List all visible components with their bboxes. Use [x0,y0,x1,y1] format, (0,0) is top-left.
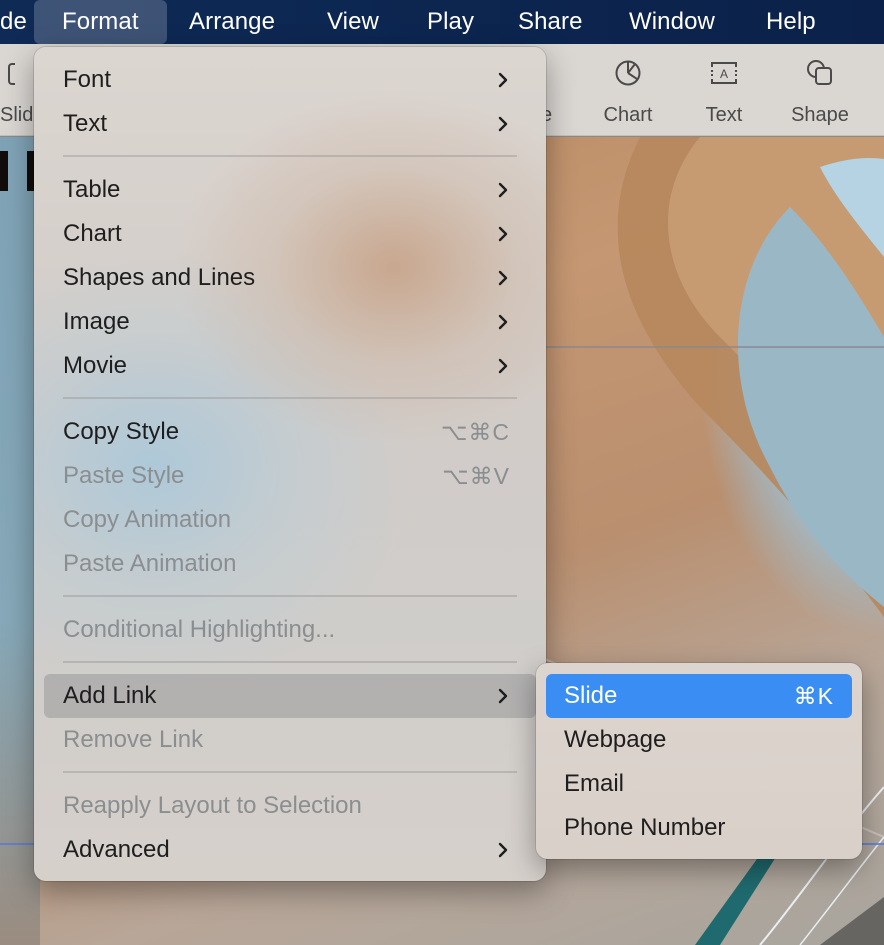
menu-slide[interactable]: de [0,0,27,44]
menu-arrange[interactable]: Arrange [189,0,275,44]
chart-pie-icon [615,60,641,86]
chevron-right-icon [498,226,508,242]
menu-item-label: Font [63,66,112,93]
menu-item-label: Advanced [63,836,170,863]
menu-item-shapes-and-lines[interactable]: Shapes and Lines [44,256,536,300]
submenu-item-label: Webpage [564,726,667,753]
menu-bar: de Format Arrange View Play Share Window… [0,0,884,44]
menu-item-text[interactable]: Text [44,102,536,146]
toolbar-chart-button[interactable]: Chart [588,44,668,136]
menu-item-add-link[interactable]: Add Link [44,674,536,718]
menu-item-copy-style[interactable]: Copy Style ⌥⌘C [44,410,536,454]
menu-separator [63,661,517,663]
menu-window[interactable]: Window [629,0,715,44]
format-menu: Font Text Table Chart Shapes and Lines I… [34,47,546,881]
menu-item-label: Paste Animation [63,550,237,577]
menu-item-advanced[interactable]: Advanced [44,828,536,872]
toolbar-text-label: Text [705,104,743,126]
submenu-item-label: Phone Number [564,814,726,841]
menu-item-label: Text [63,110,108,137]
menu-slide-label: de [0,8,27,35]
alignment-guide [0,843,34,845]
menu-item-label: Movie [63,352,128,379]
toolbar-shape-button[interactable]: Shape [780,44,860,136]
menu-item-label: Chart [63,220,122,247]
shortcut-paste-style: ⌥⌘V [442,462,510,489]
menu-view-label: View [327,8,379,35]
menu-separator [63,595,517,597]
chevron-right-icon [498,270,508,286]
menu-separator [63,397,517,399]
chevron-right-icon [498,116,508,132]
menu-item-remove-link[interactable]: Remove Link [44,718,536,762]
alignment-guide [862,843,884,845]
add-link-submenu: Slide ⌘K Webpage Email Phone Number [536,663,862,859]
add-slide-icon [8,63,15,85]
toolbar-text-button[interactable]: A Text [684,44,764,136]
menu-item-label: Add Link [63,682,157,709]
menu-item-table[interactable]: Table [44,168,536,212]
menu-item-label: Conditional Highlighting... [63,616,336,643]
menu-format[interactable]: Format [34,0,167,44]
menu-share[interactable]: Share [518,0,583,44]
menu-item-paste-animation[interactable]: Paste Animation [44,542,536,586]
menu-item-label: Shapes and Lines [63,264,256,291]
chevron-right-icon [498,182,508,198]
menu-play-label: Play [427,8,475,35]
chevron-right-icon [498,358,508,374]
menu-arrange-label: Arrange [189,8,276,35]
submenu-item-phone-number[interactable]: Phone Number [546,806,852,850]
menu-separator [63,155,517,157]
menu-item-copy-animation[interactable]: Copy Animation [44,498,536,542]
shape-icon [807,60,832,85]
menu-format-label: Format [62,8,139,35]
chevron-right-icon [498,842,508,858]
text-box-icon: A [711,62,737,84]
menu-play[interactable]: Play [427,0,474,44]
menu-item-chart[interactable]: Chart [44,212,536,256]
submenu-item-label: Slide [564,682,618,709]
menu-item-movie[interactable]: Movie [44,344,536,388]
menu-item-label: Remove Link [63,726,204,753]
menu-window-label: Window [629,8,715,35]
submenu-item-webpage[interactable]: Webpage [546,718,852,762]
submenu-item-label: Email [564,770,625,797]
menu-item-font[interactable]: Font [44,58,536,102]
menu-item-label: Reapply Layout to Selection [63,792,362,819]
menu-item-image[interactable]: Image [44,300,536,344]
menu-item-label: Copy Style [63,418,180,445]
toolbar-chart-label: Chart [603,104,653,126]
menu-item-label: Image [63,308,130,335]
menu-help[interactable]: Help [766,0,816,44]
chevron-right-icon [498,72,508,88]
toolbar-add-slide-label: Slid [0,104,34,126]
shortcut-copy-style: ⌥⌘C [440,418,510,445]
menu-item-paste-style[interactable]: Paste Style ⌥⌘V [44,454,536,498]
menu-item-reapply-layout[interactable]: Reapply Layout to Selection [44,784,536,828]
chevron-right-icon [498,314,508,330]
menu-item-label: Copy Animation [63,506,232,533]
menu-share-label: Share [518,8,583,35]
menu-item-label: Paste Style [63,462,185,489]
menu-separator [63,771,517,773]
menu-view[interactable]: View [327,0,379,44]
menu-item-conditional-highlighting[interactable]: Conditional Highlighting... [44,608,536,652]
svg-text:A: A [720,67,728,81]
toolbar-shape-label: Shape [791,104,849,126]
submenu-item-email[interactable]: Email [546,762,852,806]
menu-help-label: Help [766,8,816,35]
shortcut-slide-link: ⌘K [793,682,834,709]
chevron-right-icon [498,688,508,704]
menu-item-label: Table [63,176,121,203]
submenu-item-slide[interactable]: Slide ⌘K [546,674,852,718]
